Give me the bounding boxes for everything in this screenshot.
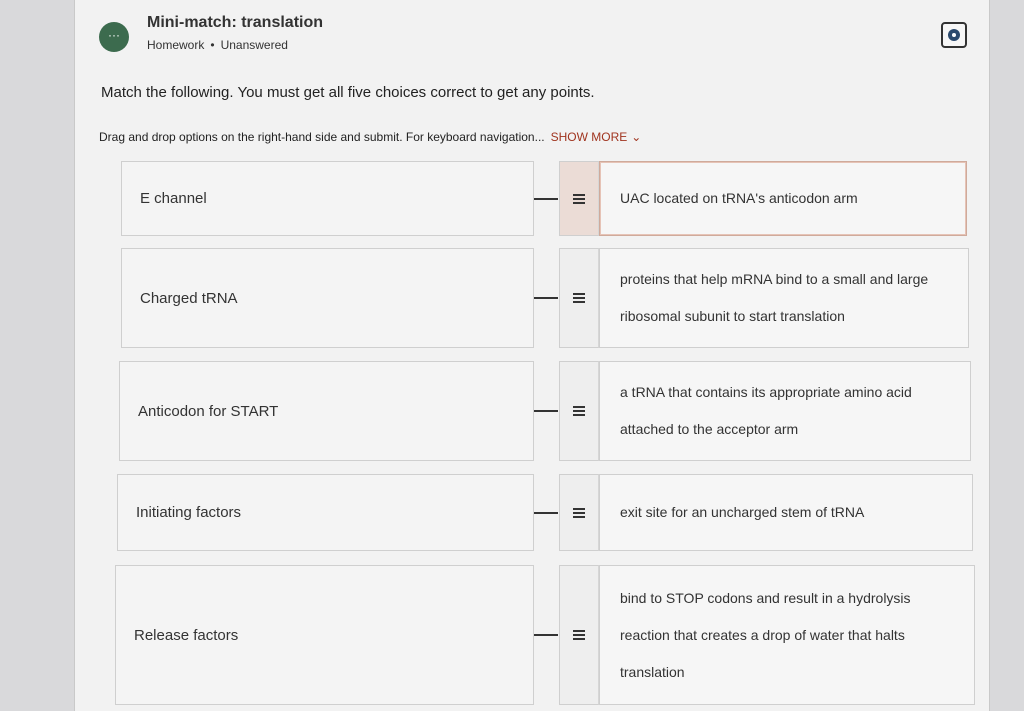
match-term-4: Initiating factors	[117, 474, 534, 551]
option-label: a tRNA that contains its appropriate ami…	[620, 384, 912, 437]
match-term-3: Anticodon for START	[119, 361, 534, 461]
drag-handle-icon	[573, 630, 585, 640]
connector-line	[534, 634, 558, 636]
assignment-type: Homework	[147, 38, 205, 52]
term-label: Charged tRNA	[140, 289, 238, 307]
option-label: exit site for an uncharged stem of tRNA	[620, 504, 865, 520]
instructions: Drag and drop options on the right-hand …	[99, 130, 641, 144]
drag-handle-3[interactable]	[559, 361, 599, 461]
meta-separator: •	[210, 38, 215, 52]
title-block: Mini-match: translation Homework • Unanswe…	[147, 14, 323, 52]
term-label: Initiating factors	[136, 504, 242, 521]
show-more-label: SHOW MORE	[550, 130, 628, 144]
question-text: Match the following. You must get all fi…	[101, 84, 595, 101]
connector-line	[534, 410, 558, 412]
option-label: bind to STOP codons and result in a hydr…	[620, 589, 911, 680]
drag-handle-4[interactable]	[559, 474, 599, 551]
drag-handle-icon	[573, 507, 585, 518]
chat-bubble-icon: ···	[99, 22, 129, 52]
match-option-5[interactable]: bind to STOP codons and result in a hydr…	[599, 565, 975, 705]
term-label: Release factors	[134, 626, 239, 644]
tools-button[interactable]	[941, 22, 967, 48]
instructions-text: Drag and drop options on the right-hand …	[99, 130, 545, 144]
connector-line	[534, 198, 558, 200]
chevron-down-icon: ⌄	[631, 130, 642, 144]
match-option-3[interactable]: a tRNA that contains its appropriate ami…	[599, 361, 971, 461]
match-option-4[interactable]: exit site for an uncharged stem of tRNA	[599, 474, 973, 551]
drag-handle-1[interactable]	[559, 161, 599, 236]
drag-handle-icon	[573, 406, 585, 416]
show-more-link[interactable]: SHOW MORE ⌄	[551, 130, 642, 144]
term-label: E channel	[140, 190, 207, 207]
match-term-2: Charged tRNA	[121, 248, 534, 348]
option-label: proteins that help mRNA bind to a small …	[620, 271, 929, 324]
drag-handle-5[interactable]	[559, 565, 599, 705]
assignment-meta: Homework • Unanswered	[147, 38, 323, 52]
drag-handle-icon	[573, 293, 585, 303]
connector-line	[534, 297, 558, 299]
status-label: Unanswered	[220, 38, 288, 52]
match-option-1[interactable]: UAC located on tRNA's anticodon arm	[599, 161, 967, 236]
match-option-2[interactable]: proteins that help mRNA bind to a small …	[599, 248, 969, 348]
connector-line	[534, 512, 558, 514]
drag-handle-icon	[573, 193, 585, 204]
option-label: UAC located on tRNA's anticodon arm	[620, 190, 858, 206]
record-icon	[948, 29, 960, 41]
match-term-5: Release factors	[115, 565, 534, 705]
page-title: Mini-match: translation	[147, 14, 324, 31]
assignment-page: ··· Mini-match: translation Homework • Una…	[74, 0, 990, 711]
drag-handle-2[interactable]	[559, 248, 599, 348]
term-label: Anticodon for START	[138, 402, 279, 420]
match-term-1: E channel	[121, 161, 534, 236]
